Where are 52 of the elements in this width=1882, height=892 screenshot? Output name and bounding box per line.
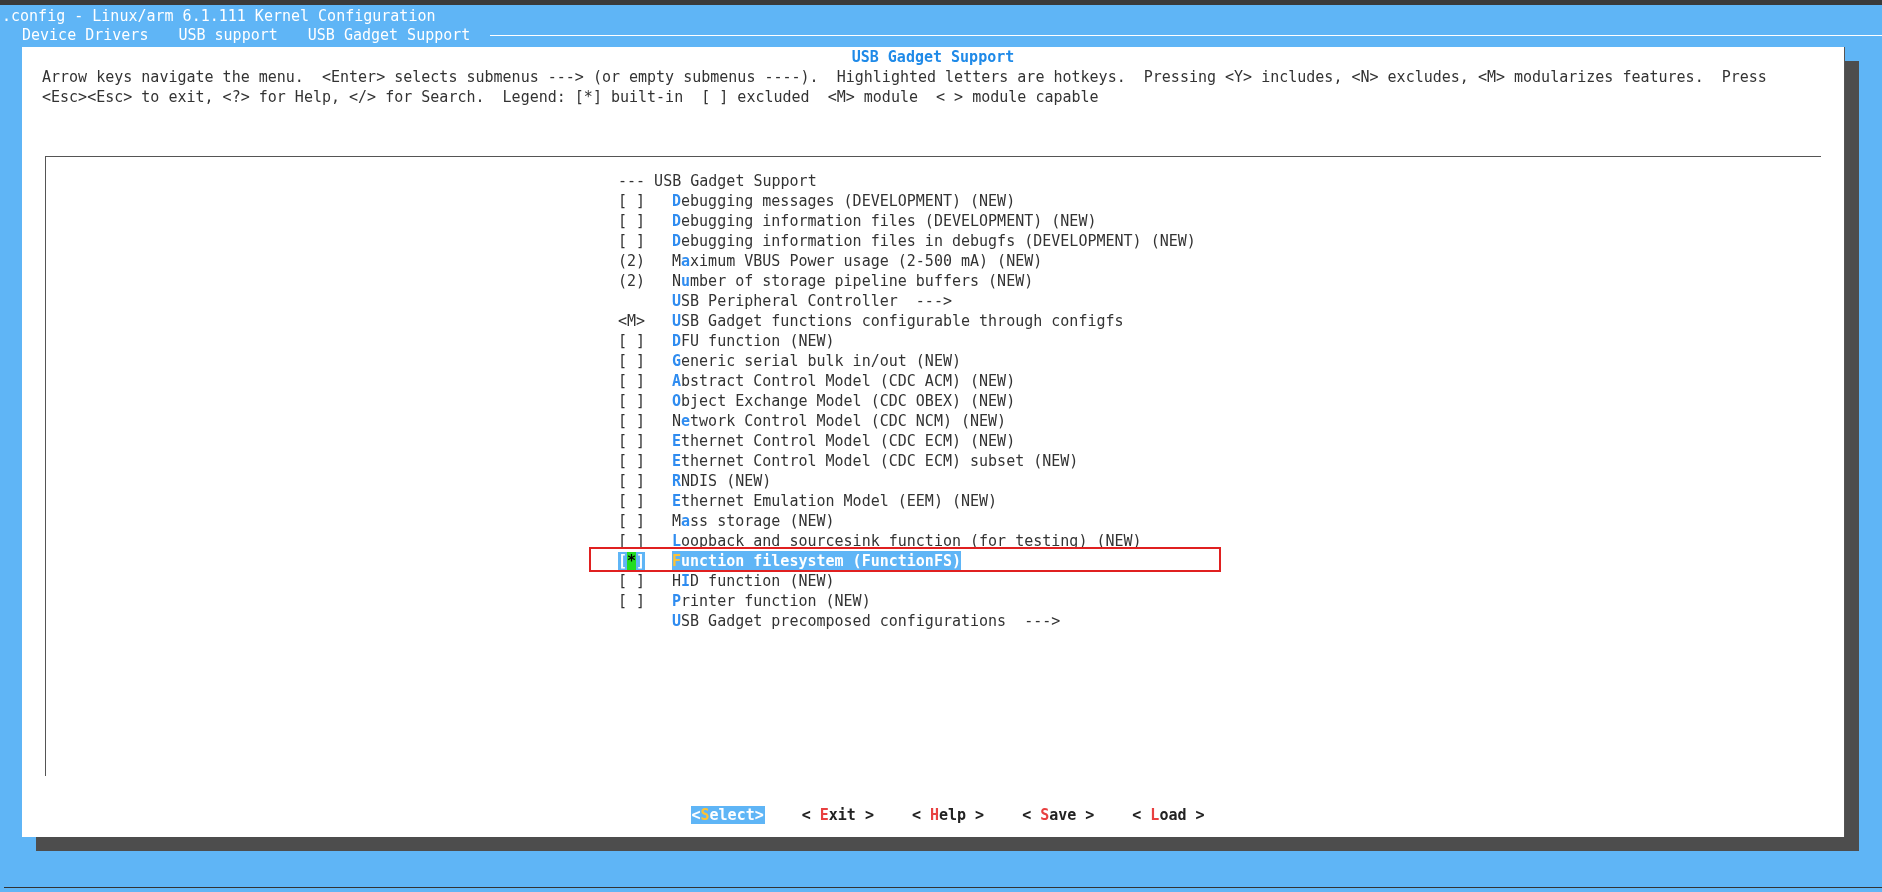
menu-item[interactable]: Ethernet Emulation Model (EEM) (NEW)	[672, 491, 998, 511]
checkbox-indicator[interactable]: [ ]	[618, 212, 646, 230]
help-text: <Esc><Esc> to exit, <?> for Help, </> for Search. Legend: [*] built-in [ ] excluded <M> module < > module capable	[42, 88, 1099, 106]
help-text: Arrow keys navigate the menu. <Enter> selects submenus ---> (or empty submenus ----). Highlighted letters are hotkeys. Pressing <Y> includes, <N> excludes, <M> modularizes features. Press	[42, 68, 1767, 86]
checkbox-indicator[interactable]: [ ]	[618, 432, 646, 450]
menu-item[interactable]: Ethernet Control Model (CDC ECM) (NEW)	[672, 431, 1016, 451]
checkbox-indicator[interactable]: [ ]	[618, 392, 646, 410]
menu-button[interactable]: < Load >	[1131, 806, 1206, 824]
menu-header: --- USB Gadget Support	[618, 171, 817, 191]
menu-button[interactable]: < Help >	[910, 806, 986, 824]
menu-item[interactable]: Mass storage (NEW)	[672, 511, 835, 531]
breadcrumb: USB support	[178, 26, 278, 44]
breadcrumb: USB Gadget Support	[307, 26, 471, 44]
value-field[interactable]: (2)	[618, 252, 646, 270]
checkbox-indicator[interactable]: [ ]	[618, 352, 646, 370]
menu-item[interactable]: HID function (NEW)	[672, 571, 835, 591]
checkbox-indicator[interactable]: [ ]	[618, 572, 646, 590]
checkbox-indicator[interactable]: [ ]	[618, 372, 646, 390]
value-field[interactable]: (2)	[618, 272, 646, 290]
menu-item[interactable]: Debugging messages (DEVELOPMENT) (NEW)	[672, 191, 1016, 211]
menu-button[interactable]: < Save >	[1021, 806, 1096, 824]
menu-item[interactable]: USB Peripheral Controller --->	[672, 291, 952, 311]
menu-item[interactable]: USB Gadget precomposed configurations --->	[672, 611, 1061, 631]
checkbox-indicator[interactable]: [ ]	[618, 192, 646, 210]
checkbox-indicator[interactable]: [*]	[618, 552, 646, 570]
menu-item[interactable]: USB Gadget functions configurable through configfs	[672, 311, 1124, 331]
checkbox-indicator[interactable]: [ ]	[618, 472, 646, 490]
module-indicator[interactable]: <M>	[618, 312, 646, 330]
checkbox-indicator[interactable]: [ ]	[618, 492, 646, 510]
menu-item[interactable]: Object Exchange Model (CDC OBEX) (NEW)	[672, 391, 1016, 411]
menu-item[interactable]: DFU function (NEW)	[672, 331, 835, 351]
checkbox-indicator[interactable]: [ ]	[618, 232, 646, 250]
checkbox-indicator[interactable]: [ ]	[618, 452, 646, 470]
checkbox-indicator[interactable]: [ ]	[618, 512, 646, 530]
menu-button[interactable]: < Exit >	[800, 806, 875, 824]
menu-item[interactable]: Network Control Model (CDC NCM) (NEW)	[672, 411, 1007, 431]
window-title: .config - Linux/arm 6.1.111 Kernel Configuration	[1, 6, 437, 25]
checkbox-indicator[interactable]: [ ]	[618, 332, 646, 350]
menu-item[interactable]: Loopback and sourcesink function (for testing) (NEW)	[672, 531, 1142, 551]
menu-item[interactable]: Number of storage pipeline buffers (NEW)	[672, 271, 1034, 291]
menu-item[interactable]: Abstract Control Model (CDC ACM) (NEW)	[672, 371, 1016, 391]
checkbox-indicator[interactable]: [ ]	[618, 412, 646, 430]
dialog-title: USB Gadget Support	[851, 48, 1015, 66]
menu-item[interactable]: Debugging information files (DEVELOPMENT) (NEW)	[672, 211, 1097, 231]
menu-item[interactable]: RNDIS (NEW)	[672, 471, 772, 491]
menu-item[interactable]: Debugging information files in debugfs (DEVELOPMENT) (NEW)	[672, 231, 1196, 251]
breadcrumb: Device Drivers	[22, 26, 149, 44]
checkbox-indicator[interactable]: [ ]	[618, 592, 646, 610]
menu-item[interactable]: Printer function (NEW)	[672, 591, 871, 611]
menu-item[interactable]: Maximum VBUS Power usage (2-500 mA) (NEW)	[672, 251, 1043, 271]
menu-item[interactable]: Generic serial bulk in/out (NEW)	[672, 351, 961, 371]
menu-item[interactable]: Ethernet Control Model (CDC ECM) subset (NEW)	[672, 451, 1079, 471]
